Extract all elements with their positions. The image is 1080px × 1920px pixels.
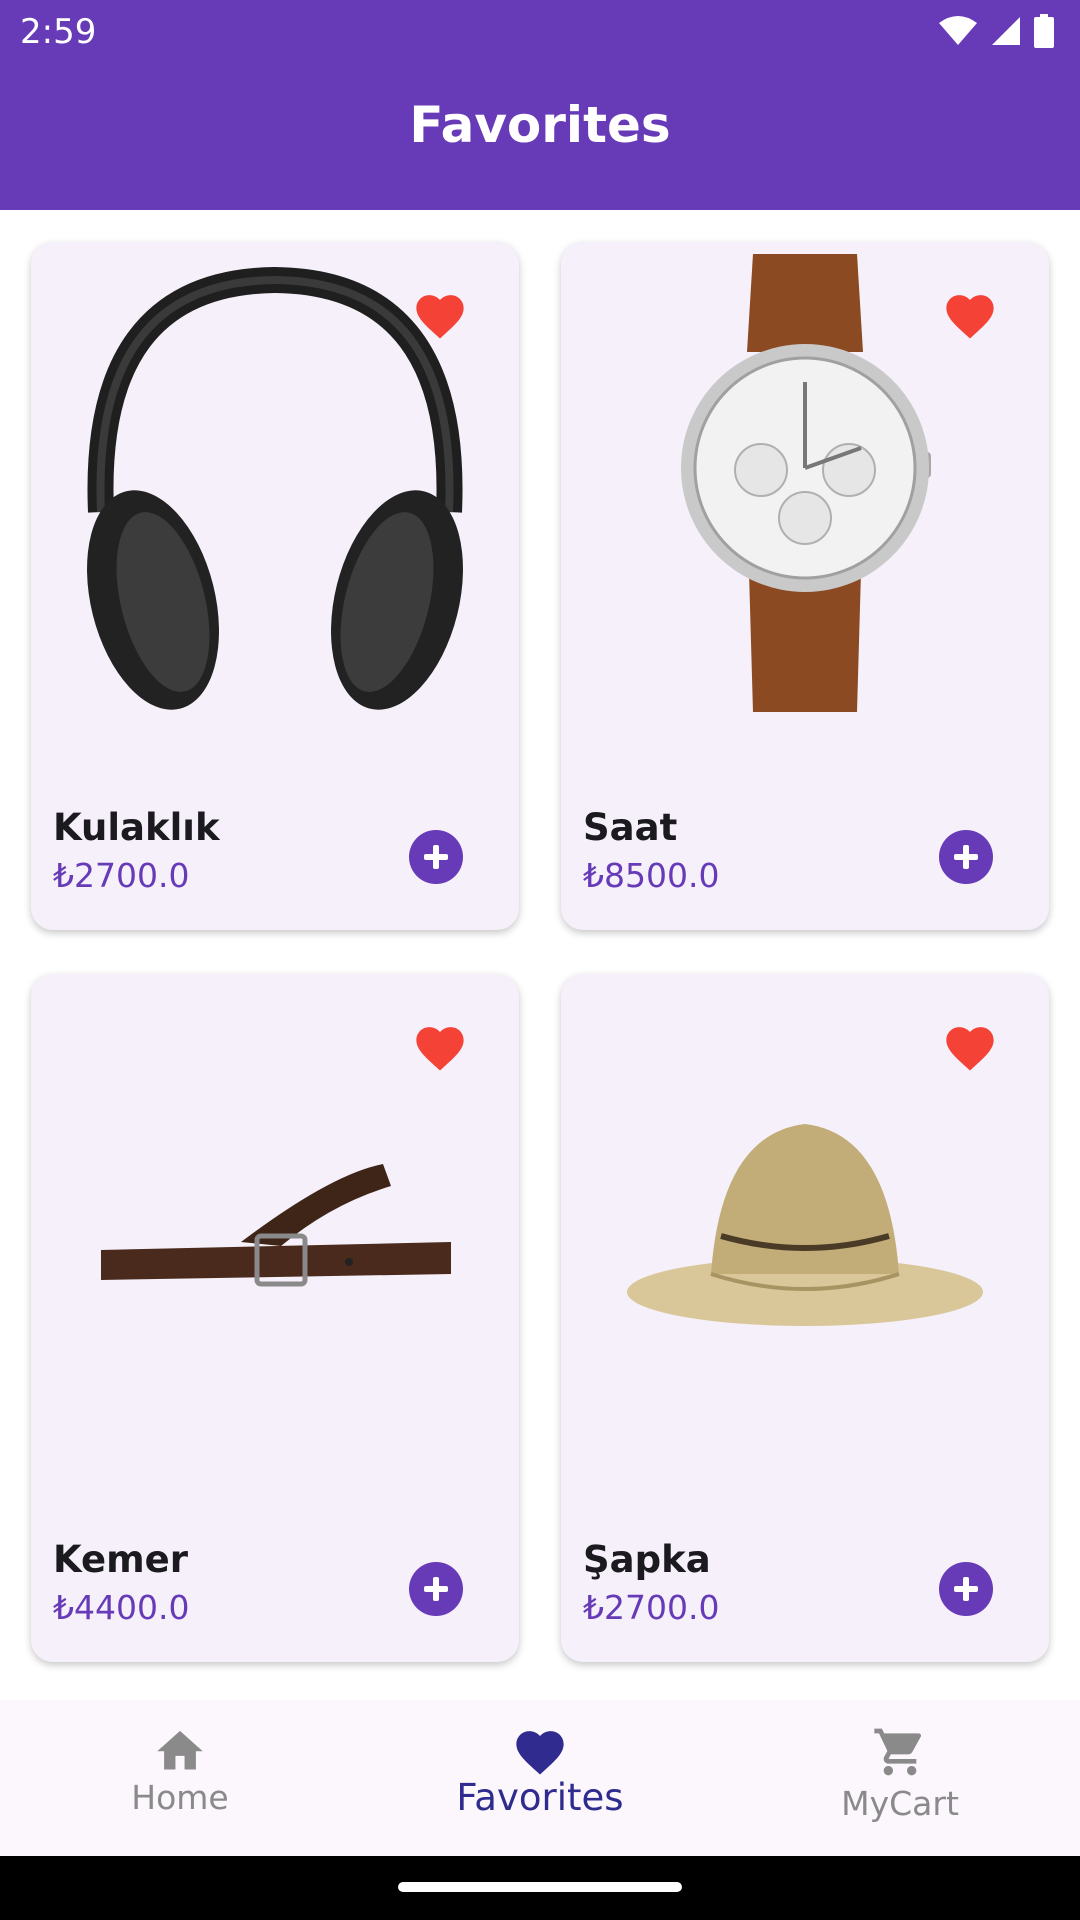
plus-icon [424,1577,448,1601]
favorite-heart-icon[interactable] [411,1020,469,1072]
app-bar: Favorites [0,62,1080,210]
product-name: Şapka [583,1538,711,1581]
status-icons [938,14,1054,48]
nav-item-mycart[interactable]: MyCart [720,1700,1080,1856]
add-to-cart-button[interactable] [409,1562,463,1616]
battery-icon [1034,14,1054,48]
nav-item-home[interactable]: Home [0,1700,360,1856]
add-to-cart-button[interactable] [939,830,993,884]
product-card[interactable]: Kemer ₺4400.0 [31,974,519,1662]
favorites-grid: Kulaklık ₺2700.0 Saat ₺8500.0 Kemer ₺440… [0,210,1080,1700]
product-name: Kemer [53,1538,189,1581]
home-icon [157,1730,203,1770]
product-price: ₺2700.0 [53,856,190,895]
status-time: 2:59 [20,12,97,52]
nav-label-mycart: MyCart [841,1784,959,1823]
product-price: ₺2700.0 [583,1588,720,1627]
signal-icon [992,17,1020,45]
product-price: ₺4400.0 [53,1588,190,1627]
product-card[interactable]: Saat ₺8500.0 [561,242,1049,930]
product-price: ₺8500.0 [583,856,720,895]
favorite-heart-icon[interactable] [411,288,469,340]
home-gesture-handle[interactable] [398,1882,682,1892]
plus-icon [424,845,448,869]
add-to-cart-button[interactable] [939,1562,993,1616]
favorite-heart-icon[interactable] [941,1020,999,1072]
heart-icon [516,1731,564,1775]
wifi-icon [939,16,977,45]
product-name: Saat [583,806,678,849]
status-bar: 2:59 [0,0,1080,62]
nav-item-favorites[interactable]: Favorites [360,1700,720,1856]
nav-label-home: Home [131,1778,229,1817]
cart-icon [874,1728,922,1776]
product-card[interactable]: Şapka ₺2700.0 [561,974,1049,1662]
plus-icon [954,1577,978,1601]
favorite-heart-icon[interactable] [941,288,999,340]
add-to-cart-button[interactable] [409,830,463,884]
product-name: Kulaklık [53,806,220,849]
plus-icon [954,845,978,869]
page-title: Favorites [409,96,671,154]
bottom-navigation: Home Favorites MyCart [0,1700,1080,1856]
product-card[interactable]: Kulaklık ₺2700.0 [31,242,519,930]
nav-label-favorites: Favorites [456,1776,624,1819]
